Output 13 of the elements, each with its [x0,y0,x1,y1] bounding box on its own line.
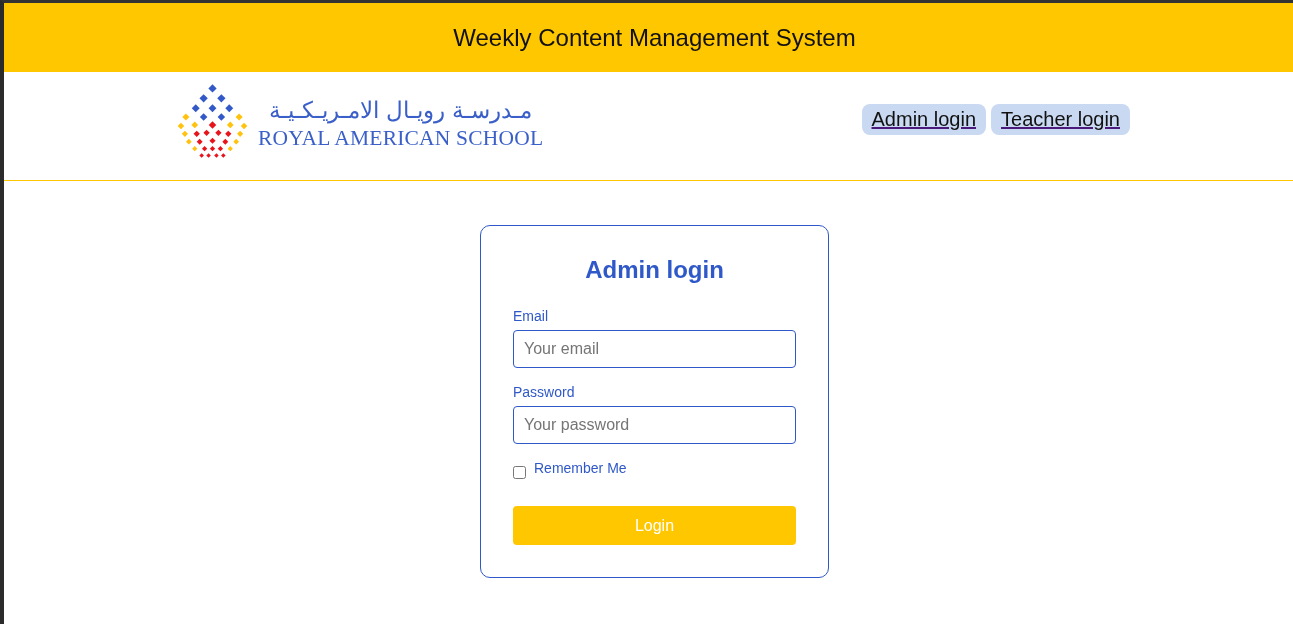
field-label: Password [513,384,576,400]
login-link[interactable]: Admin login [861,104,987,135]
field-label: Email [513,308,549,324]
page-title: Weekly Content Management System [453,23,856,52]
input-field[interactable]: Your password [513,406,796,444]
remember-label: Remember Me [534,460,627,476]
login-link[interactable]: Teacher login [991,104,1130,135]
remember-checkbox[interactable] [513,465,526,479]
input-field[interactable]: Your email [513,330,796,368]
form-title: Admin login [584,256,725,284]
school-name: ROYAL AMERICAN SCHOOL [258,126,544,150]
logo-icon [177,83,248,161]
arabic-school-name: مـدرسـة رويـال الامـريـكـيـة [267,96,534,126]
